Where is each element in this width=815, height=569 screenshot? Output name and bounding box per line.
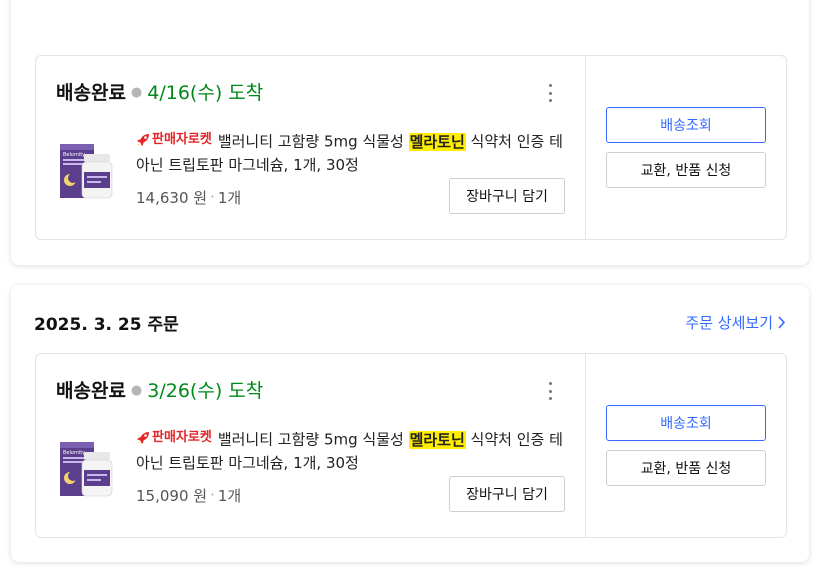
rocket-icon <box>137 133 149 146</box>
exchange-return-button[interactable]: 교환, 반품 신청 <box>606 450 766 486</box>
product-brand-text: Belomity <box>63 152 85 158</box>
order-detail-label: 주문 상세보기 <box>685 313 773 332</box>
shipment-status: 배송완료 ● 4/16(수) 도착 <box>56 78 263 105</box>
shipment-box: 배송완료 ● 4/16(수) 도착 Belomity 판매자로켓 밸러니티 고함… <box>35 55 787 240</box>
track-delivery-button[interactable]: 배송조회 <box>606 405 766 441</box>
order-detail-link[interactable]: 주문 상세보기 <box>685 312 786 333</box>
search-highlight: 멜라토닌 <box>408 132 466 151</box>
rocket-badge-text: 판매자로켓 <box>152 430 212 445</box>
product-quantity: 1개 <box>217 188 242 207</box>
seller-rocket-badge: 판매자로켓 <box>136 426 212 449</box>
add-to-cart-button[interactable]: 장바구니 담기 <box>449 476 565 512</box>
product-name[interactable]: 판매자로켓 밸러니티 고함량 5mg 식물성 멜라토닌 식약처 인증 테아닌 트… <box>136 426 566 475</box>
delivery-status-label: 배송완료 <box>56 82 126 104</box>
separator-dot: · <box>210 188 215 206</box>
product-price: 14,630 원 <box>136 188 208 207</box>
product-image[interactable]: Belomity <box>58 138 116 202</box>
product-name-part: 밸러니티 고함량 5mg 식물성 <box>217 430 409 449</box>
seller-rocket-badge: 판매자로켓 <box>136 128 212 151</box>
shipment-actions: 배송조회 교환, 반품 신청 <box>586 354 786 537</box>
search-highlight: 멜라토닌 <box>408 430 466 449</box>
shipment-box: 배송완료 ● 3/26(수) 도착 Belomity 판매자로켓 밸러니티 고함… <box>35 353 787 538</box>
shipment-product-area: 배송완료 ● 3/26(수) 도착 Belomity 판매자로켓 밸러니티 고함… <box>36 354 586 537</box>
rocket-icon <box>137 431 149 444</box>
shipment-status: 배송완료 ● 3/26(수) 도착 <box>56 376 263 403</box>
kebab-menu-icon[interactable] <box>542 82 558 104</box>
separator-dot: ● <box>130 383 143 398</box>
product-price: 15,090 원 <box>136 486 208 505</box>
add-to-cart-button[interactable]: 장바구니 담기 <box>449 178 565 214</box>
product-quantity: 1개 <box>217 486 242 505</box>
product-name-part: 밸러니티 고함량 5mg 식물성 <box>217 132 409 151</box>
order-date: 2025. 3. 25 주문 <box>34 314 179 335</box>
order-card: 배송완료 ● 4/16(수) 도착 Belomity 판매자로켓 밸러니티 고함… <box>11 0 809 265</box>
order-header: 2025. 3. 25 주문 주문 상세보기 <box>34 307 786 337</box>
exchange-return-button[interactable]: 교환, 반품 신청 <box>606 152 766 188</box>
rocket-badge-text: 판매자로켓 <box>152 132 212 147</box>
delivery-status-label: 배송완료 <box>56 380 126 402</box>
track-delivery-button[interactable]: 배송조회 <box>606 107 766 143</box>
shipment-actions: 배송조회 교환, 반품 신청 <box>586 56 786 239</box>
shipment-product-area: 배송완료 ● 4/16(수) 도착 Belomity 판매자로켓 밸러니티 고함… <box>36 56 586 239</box>
product-name[interactable]: 판매자로켓 밸러니티 고함량 5mg 식물성 멜라토닌 식약처 인증 테아닌 트… <box>136 128 566 177</box>
kebab-menu-icon[interactable] <box>542 380 558 402</box>
product-image[interactable]: Belomity <box>58 436 116 500</box>
separator-dot: ● <box>130 85 143 100</box>
product-brand-text: Belomity <box>63 450 85 456</box>
separator-dot: · <box>210 486 215 504</box>
arrival-date: 3/26(수) 도착 <box>147 380 264 402</box>
arrival-date: 4/16(수) 도착 <box>147 82 264 104</box>
chevron-right-icon <box>778 315 786 329</box>
order-card: 2025. 3. 25 주문 주문 상세보기 배송완료 ● 3/26(수) 도착… <box>11 285 809 562</box>
